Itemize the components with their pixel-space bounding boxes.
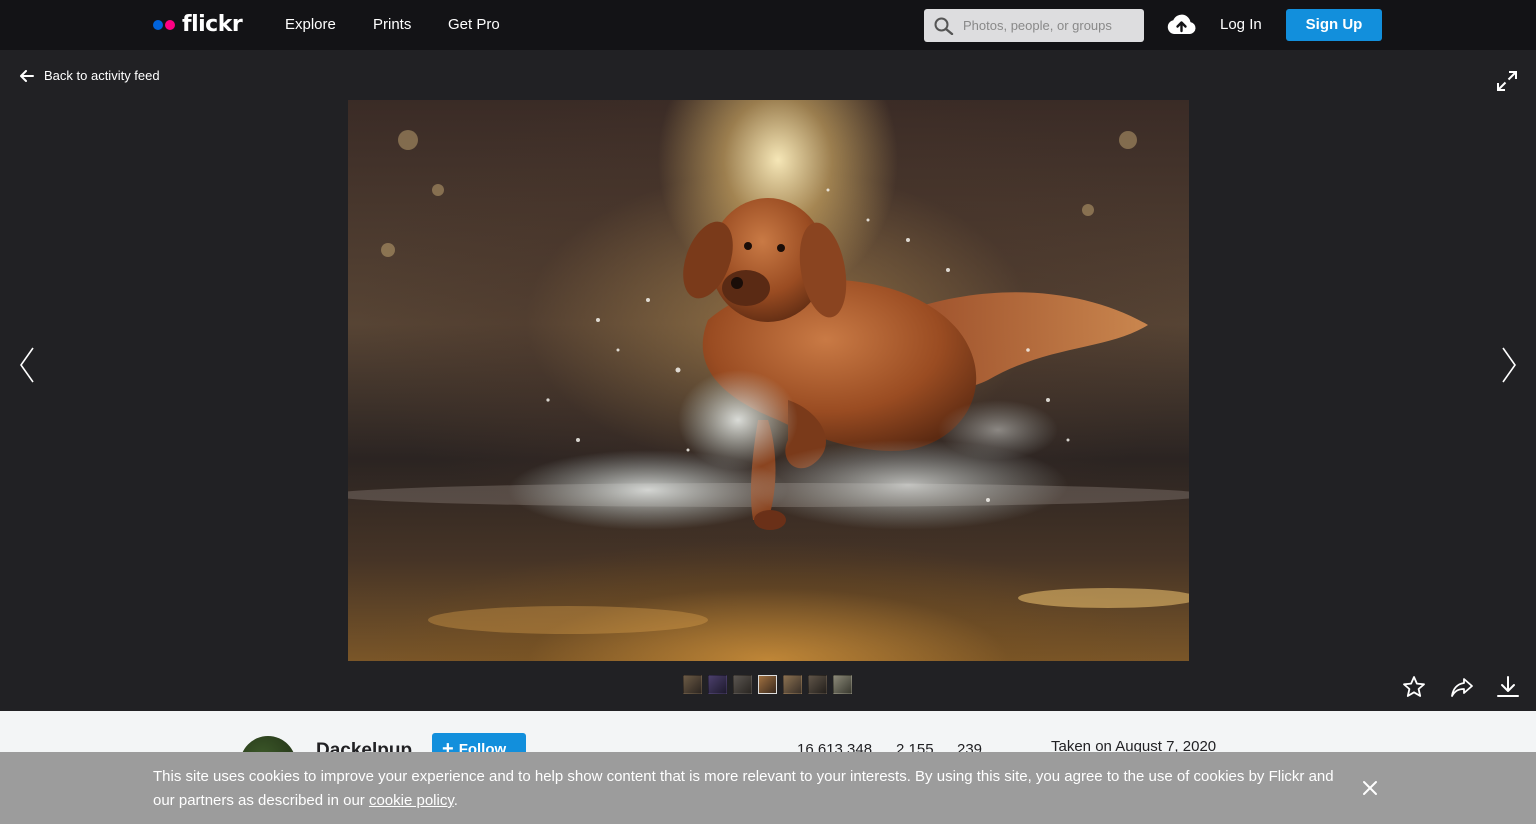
logo-text: flickr [182, 12, 243, 37]
star-icon[interactable] [1402, 675, 1426, 704]
cloud-upload-icon[interactable] [1166, 12, 1197, 41]
thumbnail[interactable] [783, 675, 802, 694]
dog-in-water-illustration [348, 130, 1189, 634]
photostream-thumbnails [683, 675, 858, 694]
back-label: Back to activity feed [44, 68, 160, 83]
top-navigation-bar: flickr Explore Prints Get Pro Log In Sig… [0, 0, 1536, 50]
thumbnail[interactable] [833, 675, 852, 694]
arrow-left-icon [20, 69, 34, 82]
cookie-text-after: . [453, 792, 458, 809]
thumbnail-active[interactable] [758, 675, 777, 694]
cookie-text-before: This site uses cookies to improve your e… [153, 768, 1334, 809]
thumbnail[interactable] [733, 675, 752, 694]
fullscreen-expand-icon[interactable] [1496, 70, 1518, 97]
logo-pink-dot [165, 20, 175, 30]
flickr-logo[interactable]: flickr [153, 12, 243, 38]
download-icon[interactable] [1496, 675, 1520, 704]
thumbnail[interactable] [708, 675, 727, 694]
search-input[interactable] [963, 9, 1139, 42]
search-icon[interactable] [934, 17, 954, 40]
share-icon[interactable] [1450, 675, 1474, 704]
signup-button[interactable]: Sign Up [1286, 9, 1382, 41]
nav-link-prints[interactable]: Prints [373, 16, 411, 34]
previous-photo-chevron-icon[interactable] [18, 346, 36, 389]
thumbnail[interactable] [683, 675, 702, 694]
search-box [924, 9, 1144, 42]
cookie-banner: This site uses cookies to improve your e… [0, 752, 1536, 824]
logo-blue-dot [153, 20, 163, 30]
cookie-message: This site uses cookies to improve your e… [153, 765, 1343, 813]
back-to-feed-link[interactable]: Back to activity feed [20, 68, 160, 83]
nav-link-get-pro[interactable]: Get Pro [448, 16, 500, 34]
next-photo-chevron-icon[interactable] [1500, 346, 1518, 389]
nav-link-explore[interactable]: Explore [285, 16, 336, 34]
cookie-policy-link[interactable]: cookie policy [369, 792, 454, 809]
main-photo[interactable] [348, 100, 1189, 661]
close-icon[interactable] [1362, 780, 1378, 801]
login-link[interactable]: Log In [1220, 16, 1262, 34]
thumbnail[interactable] [808, 675, 827, 694]
